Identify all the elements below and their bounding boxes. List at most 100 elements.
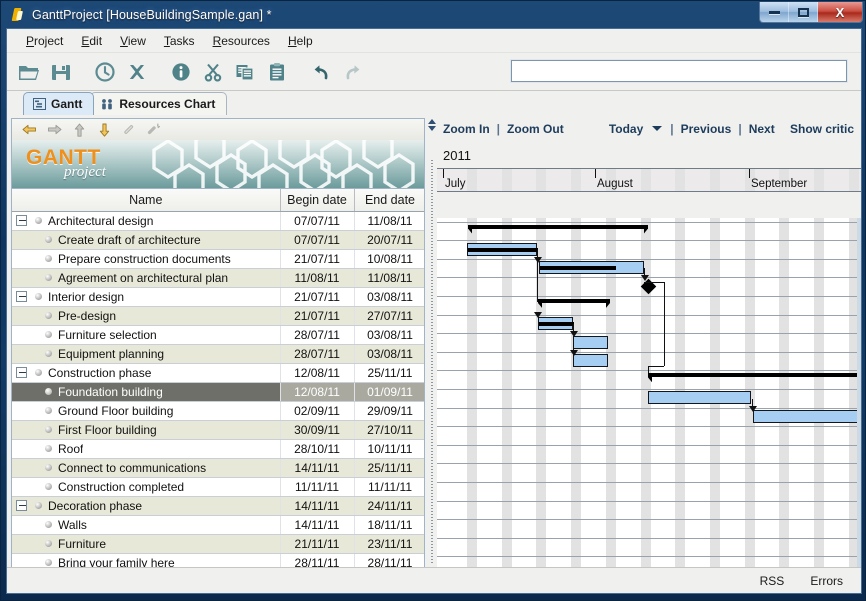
- table-row[interactable]: Architectural design 07/07/11 11/08/11: [12, 211, 424, 231]
- task-bar[interactable]: [573, 354, 608, 368]
- expander-collapse-icon[interactable]: [16, 291, 27, 302]
- dependency-line: [644, 282, 664, 284]
- table-row[interactable]: Decoration phase 14/11/11 24/11/11: [12, 496, 424, 516]
- task-name-label: Furniture: [58, 536, 107, 551]
- cut-button[interactable]: [198, 58, 228, 86]
- expander-collapse-icon[interactable]: [16, 367, 27, 378]
- table-row[interactable]: Interior design 21/07/11 03/08/11: [12, 287, 424, 307]
- task-bar[interactable]: [648, 391, 751, 405]
- indent-arrow-icon: [47, 124, 61, 135]
- new-task-button[interactable]: [90, 58, 120, 86]
- table-row[interactable]: Pre-design 21/07/11 27/07/11: [12, 306, 424, 326]
- table-row[interactable]: Connect to communications 14/11/11 25/11/1…: [12, 458, 424, 478]
- search-input[interactable]: [510, 59, 848, 83]
- today-button[interactable]: Today: [609, 122, 643, 136]
- task-bar[interactable]: [753, 410, 861, 423]
- table-row[interactable]: Equipment planning 28/07/11 03/08/11: [12, 344, 424, 364]
- grid-row-line: [437, 295, 861, 297]
- chart-vertical-scrollbar[interactable]: [857, 218, 861, 568]
- move-down-button[interactable]: [93, 120, 115, 139]
- task-bar[interactable]: [539, 261, 644, 275]
- open-project-button[interactable]: [14, 58, 44, 86]
- task-bullet-icon: [45, 445, 52, 452]
- redo-button[interactable]: [338, 58, 368, 86]
- cell-name: Pre-design: [12, 306, 281, 326]
- unindent-button[interactable]: [18, 120, 40, 139]
- column-header-end-date[interactable]: End date: [354, 189, 424, 212]
- close-button[interactable]: X: [818, 2, 862, 22]
- cell-name: Foundation building: [12, 382, 281, 402]
- splitter-collapse-left-icon[interactable]: [428, 119, 436, 124]
- dependency-arrowhead: [569, 331, 578, 338]
- task-bar[interactable]: [538, 317, 574, 330]
- table-row[interactable]: First Floor building 30/09/11 27/10/11: [12, 420, 424, 440]
- chart-grid[interactable]: [437, 218, 861, 568]
- cell-begin-date: 30/09/11: [280, 420, 355, 440]
- table-row[interactable]: Prepare construction documents 21/07/11 10…: [12, 249, 424, 269]
- tab-resources-chart[interactable]: Resources Chart: [90, 92, 228, 115]
- table-row[interactable]: Create draft of architecture 07/07/11 20/0…: [12, 230, 424, 250]
- pane-splitter[interactable]: [427, 116, 437, 568]
- expander-collapse-icon[interactable]: [16, 215, 27, 226]
- unlink-tasks-button[interactable]: [143, 120, 165, 139]
- column-header-begin-date[interactable]: Begin date: [280, 189, 355, 212]
- task-bar[interactable]: [467, 242, 538, 256]
- task-name-label: Ground Floor building: [58, 403, 174, 418]
- zoom-in-button[interactable]: Zoom In: [443, 122, 490, 136]
- menu-help[interactable]: Help: [279, 31, 322, 51]
- menu-tasks[interactable]: Tasks: [155, 31, 204, 51]
- task-name-label: Construction phase: [48, 365, 152, 380]
- table-row[interactable]: Foundation building 12/08/11 01/09/11: [12, 382, 424, 402]
- errors-status[interactable]: Errors: [810, 574, 843, 588]
- table-row[interactable]: Roof 28/10/11 10/11/11: [12, 439, 424, 459]
- dependency-line: [648, 366, 649, 374]
- table-row[interactable]: Agreement on architectural plan 11/08/11 1…: [12, 268, 424, 288]
- splitter-collapse-right-icon[interactable]: [428, 126, 436, 131]
- table-row[interactable]: Construction phase 12/08/11 25/11/11: [12, 363, 424, 383]
- table-row[interactable]: Furniture 21/11/11 23/11/11: [12, 534, 424, 554]
- chevron-down-icon[interactable]: [652, 126, 663, 131]
- previous-button[interactable]: Previous: [681, 122, 732, 136]
- copy-button[interactable]: [230, 58, 260, 86]
- table-row[interactable]: Walls 14/11/11 18/11/11: [12, 515, 424, 535]
- delete-task-button[interactable]: [122, 58, 152, 86]
- info-icon: [172, 62, 190, 81]
- summary-task-bar[interactable]: [468, 224, 648, 234]
- expander-collapse-icon[interactable]: [16, 500, 27, 511]
- grid-row-line: [437, 370, 861, 372]
- next-button[interactable]: Next: [749, 122, 775, 136]
- link-tasks-button[interactable]: [118, 120, 140, 139]
- undo-button[interactable]: [306, 58, 336, 86]
- indent-button[interactable]: [43, 120, 65, 139]
- save-project-button[interactable]: [46, 58, 76, 86]
- table-row[interactable]: Construction completed 11/11/11 11/11/11: [12, 477, 424, 497]
- tab-gantt[interactable]: Gantt: [23, 92, 95, 115]
- grid-row-line: [437, 500, 861, 502]
- paste-button[interactable]: [262, 58, 292, 86]
- task-table[interactable]: Name Begin date End date Architectural d…: [11, 188, 425, 569]
- column-header-name[interactable]: Name: [12, 189, 281, 212]
- cell-begin-date: 12/08/11: [280, 382, 355, 402]
- task-name-label: Furniture selection: [58, 327, 157, 342]
- rss-status[interactable]: RSS: [760, 574, 785, 588]
- summary-task-bar[interactable]: [648, 373, 861, 383]
- menu-edit[interactable]: Edit: [72, 31, 111, 51]
- splitter-arrows[interactable]: [428, 119, 436, 139]
- task-properties-button[interactable]: [166, 58, 196, 86]
- summary-task-bar[interactable]: [538, 298, 610, 308]
- tab-gantt-label: Gantt: [51, 97, 83, 111]
- menu-project[interactable]: Project: [17, 31, 72, 51]
- menu-resources[interactable]: Resources: [204, 31, 279, 51]
- move-up-button[interactable]: [68, 120, 90, 139]
- zoom-out-button[interactable]: Zoom Out: [507, 122, 564, 136]
- task-bullet-icon: [45, 426, 52, 433]
- cell-end-date: 27/10/11: [354, 420, 424, 440]
- minimize-button[interactable]: [760, 2, 789, 22]
- weekend-band: [779, 218, 790, 568]
- table-row[interactable]: Ground Floor building 02/09/11 29/09/11: [12, 401, 424, 421]
- task-bar[interactable]: [573, 335, 608, 349]
- menu-view[interactable]: View: [111, 31, 155, 51]
- show-critical-path-button[interactable]: Show critic: [790, 122, 854, 136]
- maximize-button[interactable]: [789, 2, 818, 22]
- table-row[interactable]: Furniture selection 28/07/11 03/08/11: [12, 325, 424, 345]
